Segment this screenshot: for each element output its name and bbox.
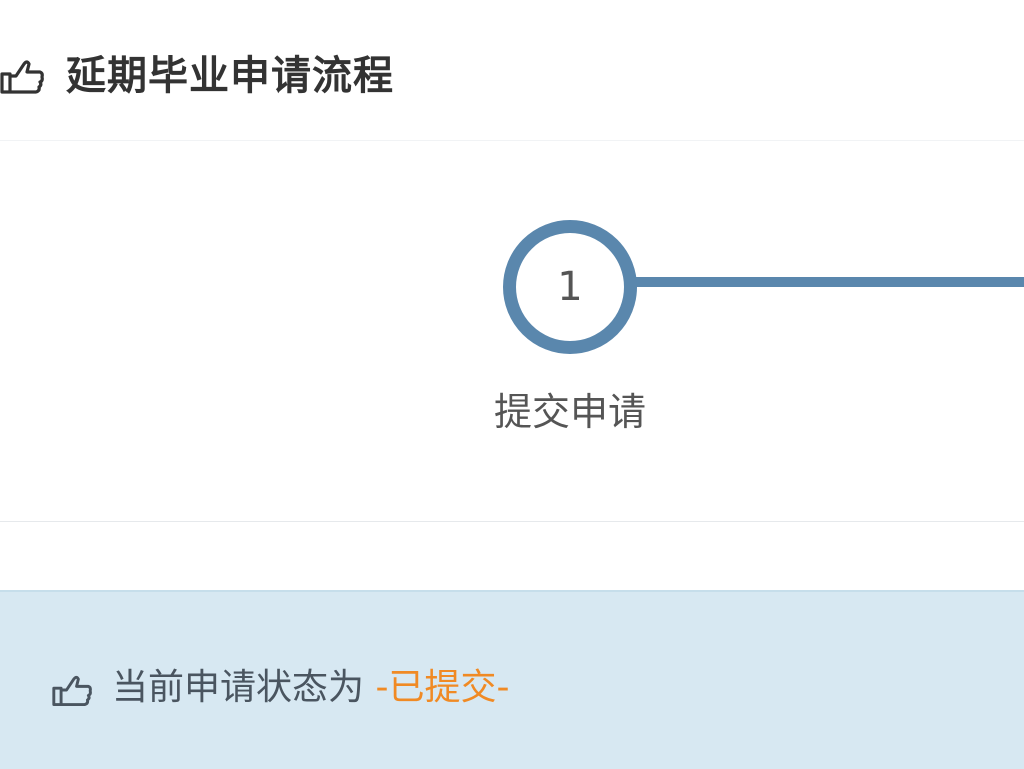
step-1-number: 1: [557, 264, 583, 310]
status-message: 当前申请状态为 -已提交-: [112, 662, 509, 714]
status-banner: 当前申请状态为 -已提交-: [0, 590, 1024, 769]
process-steps: 1 提交申请: [0, 140, 1024, 523]
step-connector: [612, 277, 1024, 287]
hand-pointing-icon: [52, 675, 92, 706]
section-header: 延期毕业申请流程: [0, 0, 1024, 140]
page-title: 延期毕业申请流程: [66, 53, 394, 99]
process-page: 延期毕业申请流程 1 提交申请 当前申请状态为 -已提交-: [0, 0, 1024, 769]
status-value: -已提交-: [375, 667, 510, 708]
status-prefix: 当前申请状态为: [112, 667, 365, 708]
spacer: [0, 522, 1024, 590]
hand-pointing-icon: [0, 60, 44, 94]
step-1-indicator: 1: [503, 220, 637, 354]
step-1-label: 提交申请: [493, 390, 646, 434]
